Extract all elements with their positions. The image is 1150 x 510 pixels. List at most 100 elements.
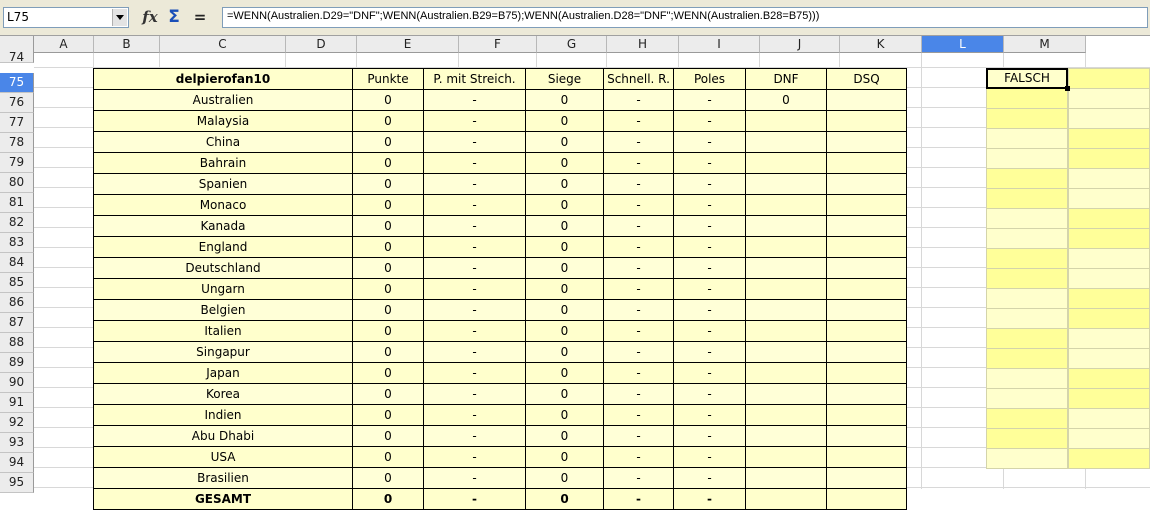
value-cell[interactable]: 0 xyxy=(352,173,424,195)
row-header-74[interactable]: 74 xyxy=(0,48,34,64)
race-name-cell[interactable]: Japan xyxy=(93,362,353,384)
row-header-91[interactable]: 91 xyxy=(0,393,34,413)
cell-m90[interactable] xyxy=(1068,368,1150,389)
row-header-93[interactable]: 93 xyxy=(0,433,34,453)
cell-l88[interactable] xyxy=(986,328,1068,349)
total-value-cell[interactable] xyxy=(826,488,907,510)
value-cell[interactable]: - xyxy=(673,341,746,363)
value-cell[interactable]: - xyxy=(603,362,674,384)
value-cell[interactable] xyxy=(745,152,827,174)
column-title-5[interactable]: Poles xyxy=(673,68,746,90)
row-header-82[interactable]: 82 xyxy=(0,213,34,233)
cell-m78[interactable] xyxy=(1068,128,1150,149)
value-cell[interactable] xyxy=(826,425,907,447)
value-cell[interactable] xyxy=(826,299,907,321)
value-cell[interactable] xyxy=(826,152,907,174)
row-header-77[interactable]: 77 xyxy=(0,113,34,133)
value-cell[interactable] xyxy=(745,299,827,321)
race-name-cell[interactable]: Singapur xyxy=(93,341,353,363)
value-cell[interactable] xyxy=(826,404,907,426)
value-cell[interactable]: 0 xyxy=(525,383,604,405)
value-cell[interactable]: - xyxy=(423,446,526,468)
value-cell[interactable] xyxy=(826,215,907,237)
race-name-cell[interactable]: Ungarn xyxy=(93,278,353,300)
value-cell[interactable]: - xyxy=(423,110,526,132)
cell-l84[interactable] xyxy=(986,248,1068,269)
name-box[interactable]: L75 xyxy=(3,7,129,28)
cell-l93[interactable] xyxy=(986,428,1068,449)
column-title-7[interactable]: DSQ xyxy=(826,68,907,90)
sum-icon[interactable]: Σ xyxy=(164,7,184,28)
value-cell[interactable]: 0 xyxy=(352,236,424,258)
value-cell[interactable] xyxy=(745,425,827,447)
value-cell[interactable] xyxy=(745,236,827,258)
value-cell[interactable]: - xyxy=(603,278,674,300)
column-title-1[interactable]: Punkte xyxy=(352,68,424,90)
cell-m77[interactable] xyxy=(1068,108,1150,129)
row-header-75[interactable]: 75 xyxy=(0,73,34,93)
value-cell[interactable] xyxy=(826,257,907,279)
race-name-cell[interactable]: Italien xyxy=(93,320,353,342)
row-header-90[interactable]: 90 xyxy=(0,373,34,393)
value-cell[interactable]: 0 xyxy=(352,278,424,300)
race-name-cell[interactable]: Australien xyxy=(93,89,353,111)
value-cell[interactable] xyxy=(826,341,907,363)
row-header-79[interactable]: 79 xyxy=(0,153,34,173)
row-header-76[interactable]: 76 xyxy=(0,93,34,113)
total-value-cell[interactable]: 0 xyxy=(525,488,604,510)
race-name-cell[interactable]: Monaco xyxy=(93,194,353,216)
column-header-i[interactable]: I xyxy=(679,36,760,53)
cell-m80[interactable] xyxy=(1068,168,1150,189)
value-cell[interactable]: 0 xyxy=(525,362,604,384)
value-cell[interactable] xyxy=(745,383,827,405)
cell-l83[interactable] xyxy=(986,228,1068,249)
value-cell[interactable]: - xyxy=(423,236,526,258)
value-cell[interactable] xyxy=(745,131,827,153)
value-cell[interactable]: - xyxy=(673,467,746,489)
value-cell[interactable]: - xyxy=(673,320,746,342)
value-cell[interactable] xyxy=(826,278,907,300)
column-title-6[interactable]: DNF xyxy=(745,68,827,90)
value-cell[interactable]: 0 xyxy=(525,173,604,195)
value-cell[interactable]: - xyxy=(673,257,746,279)
cell-m92[interactable] xyxy=(1068,408,1150,429)
column-title-4[interactable]: Schnell. R. xyxy=(603,68,674,90)
cell-m85[interactable] xyxy=(1068,268,1150,289)
value-cell[interactable] xyxy=(826,383,907,405)
value-cell[interactable] xyxy=(745,110,827,132)
value-cell[interactable] xyxy=(826,362,907,384)
value-cell[interactable]: - xyxy=(423,278,526,300)
value-cell[interactable] xyxy=(826,320,907,342)
value-cell[interactable]: - xyxy=(673,89,746,111)
cell-l87[interactable] xyxy=(986,308,1068,329)
value-cell[interactable]: 0 xyxy=(745,89,827,111)
race-name-cell[interactable]: Indien xyxy=(93,404,353,426)
row-header-83[interactable]: 83 xyxy=(0,233,34,253)
value-cell[interactable]: - xyxy=(423,257,526,279)
value-cell[interactable] xyxy=(826,467,907,489)
cell-m81[interactable] xyxy=(1068,188,1150,209)
value-cell[interactable]: - xyxy=(603,215,674,237)
value-cell[interactable]: 0 xyxy=(525,446,604,468)
value-cell[interactable]: - xyxy=(603,152,674,174)
value-cell[interactable]: 0 xyxy=(525,131,604,153)
value-cell[interactable]: 0 xyxy=(352,89,424,111)
value-cell[interactable]: 0 xyxy=(352,194,424,216)
row-header-84[interactable]: 84 xyxy=(0,253,34,273)
column-header-j[interactable]: J xyxy=(760,36,840,53)
value-cell[interactable]: 0 xyxy=(352,362,424,384)
race-name-cell[interactable]: China xyxy=(93,131,353,153)
value-cell[interactable] xyxy=(826,110,907,132)
column-header-d[interactable]: D xyxy=(286,36,357,53)
value-cell[interactable]: 0 xyxy=(352,257,424,279)
value-cell[interactable]: - xyxy=(603,110,674,132)
race-name-cell[interactable]: Kanada xyxy=(93,215,353,237)
value-cell[interactable]: - xyxy=(423,425,526,447)
cell-m84[interactable] xyxy=(1068,248,1150,269)
row-header-80[interactable]: 80 xyxy=(0,173,34,193)
value-cell[interactable]: - xyxy=(673,131,746,153)
cell-m93[interactable] xyxy=(1068,428,1150,449)
cell-l90[interactable] xyxy=(986,368,1068,389)
function-wizard-icon[interactable]: fx xyxy=(140,7,160,28)
value-cell[interactable] xyxy=(745,362,827,384)
